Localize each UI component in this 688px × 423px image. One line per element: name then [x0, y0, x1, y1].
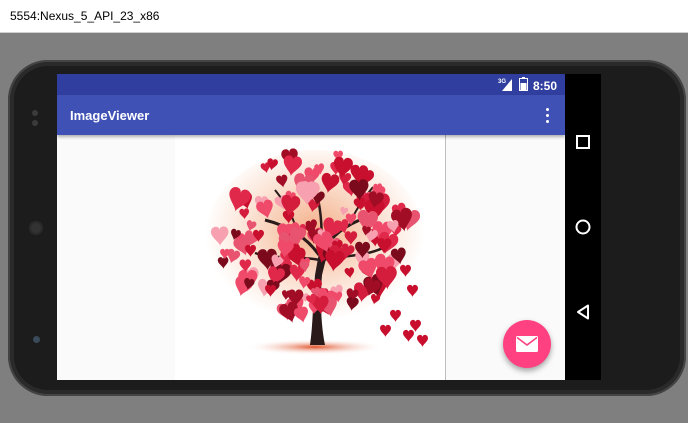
home-icon[interactable]	[573, 217, 593, 237]
heart-shape	[390, 309, 401, 323]
heart-shape	[403, 329, 414, 343]
status-icons: 3G 8:50	[498, 77, 557, 94]
back-icon[interactable]	[573, 302, 593, 322]
svg-text:3G: 3G	[498, 79, 506, 85]
front-camera	[33, 336, 40, 343]
status-bar: 3G 8:50	[57, 74, 565, 95]
speaker-grille	[29, 221, 43, 235]
image-right-edge	[445, 135, 446, 380]
navigation-bar	[565, 74, 601, 380]
recents-icon[interactable]	[573, 132, 593, 152]
email-fab[interactable]	[503, 320, 551, 368]
sensor-dot	[32, 120, 38, 126]
heart-shape	[380, 324, 391, 338]
email-icon	[516, 336, 538, 352]
emulator-titlebar: 5554:Nexus_5_API_23_x86	[0, 0, 688, 33]
app-toolbar: ImageViewer	[57, 95, 565, 135]
sensor-dot	[32, 110, 38, 116]
tree-of-hearts-image	[205, 147, 428, 355]
battery-icon	[518, 77, 528, 94]
image-view[interactable]	[175, 135, 445, 380]
content-area	[57, 135, 565, 380]
heart-shape	[407, 284, 418, 298]
status-time: 8:50	[532, 78, 557, 93]
more-vert-icon[interactable]	[537, 105, 557, 125]
heart-shape	[417, 334, 428, 348]
app-title: ImageViewer	[70, 108, 150, 123]
signal-icon: 3G	[498, 77, 514, 94]
emulator-title: 5554:Nexus_5_API_23_x86	[10, 9, 160, 23]
device-screen: 3G 8:50 ImageViewer	[57, 74, 565, 380]
